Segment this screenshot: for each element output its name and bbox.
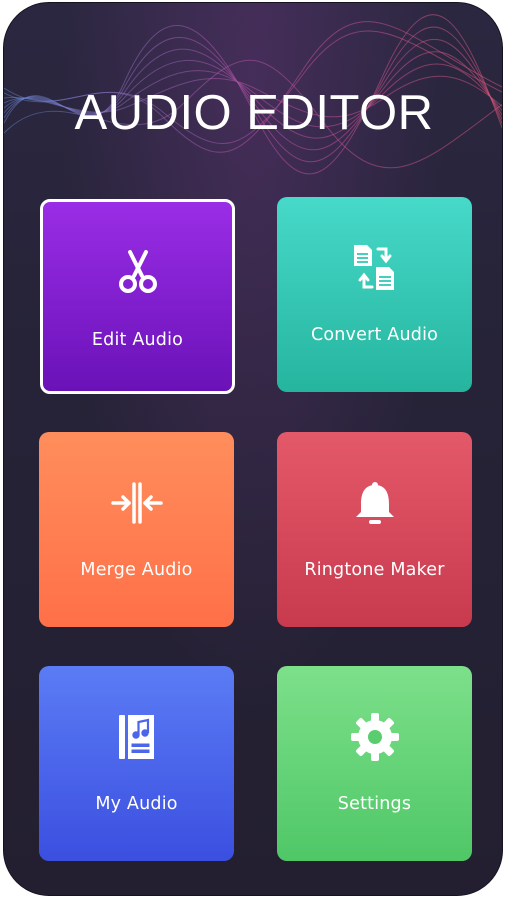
settings-label: Settings [337, 794, 412, 814]
scissors-icon [111, 246, 165, 300]
gear-icon [348, 710, 402, 764]
convert-audio-label: Convert Audio [310, 325, 439, 345]
app-screen: AUDIO EDITOR Edit Audio Convert Audio Me… [3, 2, 503, 896]
bell-icon [348, 476, 402, 530]
ringtone-maker-button[interactable]: Ringtone Maker [277, 432, 472, 627]
merge-audio-label: Merge Audio [80, 560, 193, 580]
edit-audio-button[interactable]: Edit Audio [40, 199, 235, 394]
merge-audio-button[interactable]: Merge Audio [39, 432, 234, 627]
my-audio-label: My Audio [95, 794, 178, 814]
ringtone-maker-label: Ringtone Maker [304, 560, 445, 580]
merge-icon [110, 476, 164, 530]
edit-audio-label: Edit Audio [91, 330, 184, 350]
settings-button[interactable]: Settings [277, 666, 472, 861]
page-title: AUDIO EDITOR [74, 86, 434, 140]
convert-files-icon [348, 241, 402, 295]
music-book-icon [110, 710, 164, 764]
my-audio-button[interactable]: My Audio [39, 666, 234, 861]
convert-audio-button[interactable]: Convert Audio [277, 197, 472, 392]
